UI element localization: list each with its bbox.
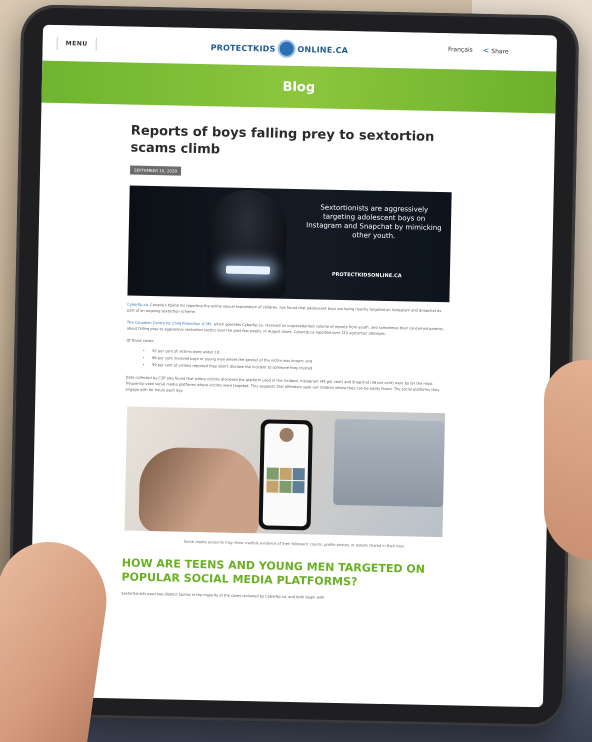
c3p-link[interactable]: The Canadian Centre for Child Protection… xyxy=(127,321,212,327)
hero-caption: Sextortionists are aggressively targetin… xyxy=(306,203,442,241)
paragraph-1-text: , Canada's tipline for reporting the onl… xyxy=(127,302,442,314)
hero-logo: PROTECTKIDSONLINE.CA xyxy=(331,271,402,280)
laptop-background xyxy=(333,418,445,508)
right-hand xyxy=(544,360,592,560)
phone-screen xyxy=(262,423,309,527)
article: Reports of boys falling prey to sextorti… xyxy=(121,123,475,604)
photo-caption: Social media accounts may show credible … xyxy=(183,539,405,549)
header-actions: Français < Share xyxy=(448,45,509,56)
stats-list: 92 per cent of victims were under 18; 86… xyxy=(126,348,470,376)
section-heading: How are teens and young men targeted on … xyxy=(121,556,426,589)
logo-text-left: PROTECTKIDS xyxy=(210,42,276,54)
grid-photo xyxy=(292,468,305,481)
profile-avatar xyxy=(279,427,294,443)
paragraph-4: Data collected by C3P also found that wh… xyxy=(125,375,440,393)
share-label: Share xyxy=(491,48,509,56)
share-icon: < xyxy=(482,45,490,56)
grid-photo xyxy=(292,481,305,494)
hero-image: Sextortionists are aggressively targetin… xyxy=(127,185,452,303)
article-date: SEPTEMBER 10, 2020 xyxy=(129,165,182,176)
site-logo[interactable]: PROTECTKIDS ONLINE.CA xyxy=(210,38,348,59)
smartphone xyxy=(258,419,313,531)
paragraph-5: Sextortionists used two distinct tactics… xyxy=(121,591,325,600)
photo-grid xyxy=(266,467,305,494)
article-headline: Reports of boys falling prey to sextorti… xyxy=(130,123,435,158)
page-title: Blog xyxy=(282,79,316,95)
menu-button[interactable]: MENU xyxy=(56,36,97,51)
grid-photo xyxy=(266,480,279,493)
share-button[interactable]: < Share xyxy=(483,46,509,56)
tablet-screen: MENU PROTECTKIDS ONLINE.CA Français < Sh… xyxy=(29,24,557,708)
hero-phone-glow xyxy=(225,265,271,275)
cybertip-link[interactable]: Cybertip.ca xyxy=(127,303,148,307)
language-link[interactable]: Français xyxy=(448,46,473,54)
logo-text-right: ONLINE.CA xyxy=(297,44,349,55)
paragraph-1: Cybertip.ca, Canada's tipline for report… xyxy=(127,302,449,321)
hero-person-silhouette xyxy=(205,189,288,299)
grid-photo xyxy=(279,467,292,480)
grid-photo xyxy=(266,467,279,480)
grid-photo xyxy=(279,480,292,493)
phone-photo xyxy=(124,406,446,538)
logo-badge-icon xyxy=(277,39,296,58)
hand-holding-phone xyxy=(138,446,261,536)
paragraph-2: The Canadian Centre for Child Protection… xyxy=(127,320,449,339)
